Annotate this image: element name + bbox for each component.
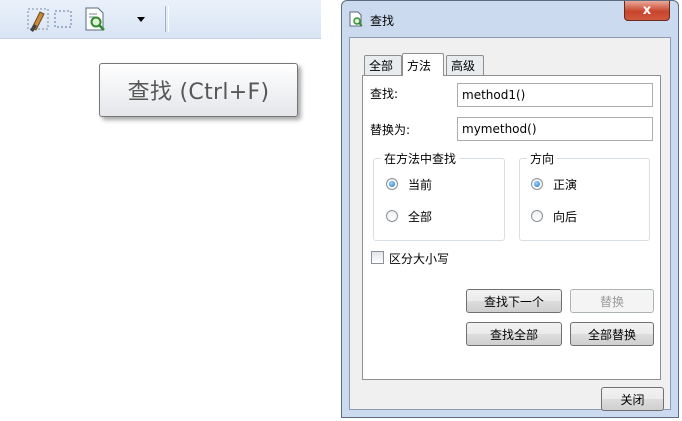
select-region-icon[interactable] bbox=[50, 6, 76, 32]
direction-group: 方向 正演 向后 bbox=[519, 150, 650, 241]
tab-all[interactable]: 全部 bbox=[364, 55, 402, 75]
close-icon: x bbox=[642, 3, 652, 18]
tab-panel-method: 查找: 替换为: 在方法中查找 当前 全部 方向 正演 向后 区分大小写 bbox=[362, 75, 661, 380]
scope-group: 在方法中查找 当前 全部 bbox=[373, 150, 505, 241]
tooltip-text: 查找 (Ctrl+F) bbox=[127, 80, 270, 105]
dialog-title: 查找 bbox=[370, 14, 395, 28]
find-document-icon[interactable] bbox=[82, 6, 108, 32]
toolbar bbox=[0, 0, 321, 39]
tab-method-label: 方法 bbox=[407, 58, 432, 73]
brush-icon[interactable] bbox=[26, 6, 52, 32]
replace-label: 替换为: bbox=[370, 123, 411, 137]
title-bar[interactable]: 查找 x bbox=[342, 1, 678, 37]
replace-all-label: 全部替换 bbox=[587, 327, 636, 342]
tab-advanced-label: 高级 bbox=[451, 59, 476, 73]
replace-input[interactable] bbox=[457, 117, 653, 141]
close-window-button[interactable]: x bbox=[624, 1, 670, 21]
direction-backward-label[interactable]: 向后 bbox=[553, 208, 577, 225]
scope-all-radio[interactable] bbox=[386, 210, 398, 222]
find-input[interactable] bbox=[457, 83, 653, 107]
scope-current-label[interactable]: 当前 bbox=[408, 176, 432, 193]
find-document-icon bbox=[348, 11, 364, 27]
match-case-label[interactable]: 区分大小写 bbox=[389, 250, 449, 267]
find-next-button[interactable]: 查找下一个 bbox=[466, 289, 562, 313]
tooltip: 查找 (Ctrl+F) bbox=[99, 63, 298, 117]
direction-forward-label[interactable]: 正演 bbox=[553, 176, 577, 193]
tab-advanced[interactable]: 高级 bbox=[446, 55, 484, 75]
replace-all-button[interactable]: 全部替换 bbox=[570, 322, 654, 346]
dialog-client-area: 全部 方法 高级 查找: 替换为: 在方法中查找 当前 全部 bbox=[349, 37, 671, 411]
tab-all-label: 全部 bbox=[369, 59, 394, 73]
replace-label-text: 替换 bbox=[599, 294, 624, 309]
find-all-button[interactable]: 查找全部 bbox=[466, 322, 562, 346]
toolbar-separator bbox=[165, 6, 169, 32]
find-all-label: 查找全部 bbox=[489, 327, 538, 342]
match-case-checkbox[interactable] bbox=[371, 251, 384, 264]
tab-method[interactable]: 方法 bbox=[402, 53, 444, 76]
replace-button[interactable]: 替换 bbox=[570, 289, 654, 313]
find-next-label: 查找下一个 bbox=[483, 294, 544, 309]
scope-all-label[interactable]: 全部 bbox=[408, 208, 432, 225]
find-label: 查找: bbox=[370, 87, 399, 101]
direction-group-title: 方向 bbox=[527, 150, 558, 167]
close-button[interactable]: 关闭 bbox=[601, 387, 664, 411]
close-button-label: 关闭 bbox=[620, 392, 645, 407]
dropdown-arrow-icon[interactable] bbox=[137, 17, 145, 22]
find-dialog: 查找 x 全部 方法 高级 查找: 替换为: 在方法中查找 bbox=[341, 0, 679, 418]
direction-backward-radio[interactable] bbox=[531, 210, 543, 222]
scope-group-title: 在方法中查找 bbox=[381, 150, 460, 167]
scope-current-radio[interactable] bbox=[386, 178, 398, 190]
direction-forward-radio[interactable] bbox=[531, 178, 543, 190]
